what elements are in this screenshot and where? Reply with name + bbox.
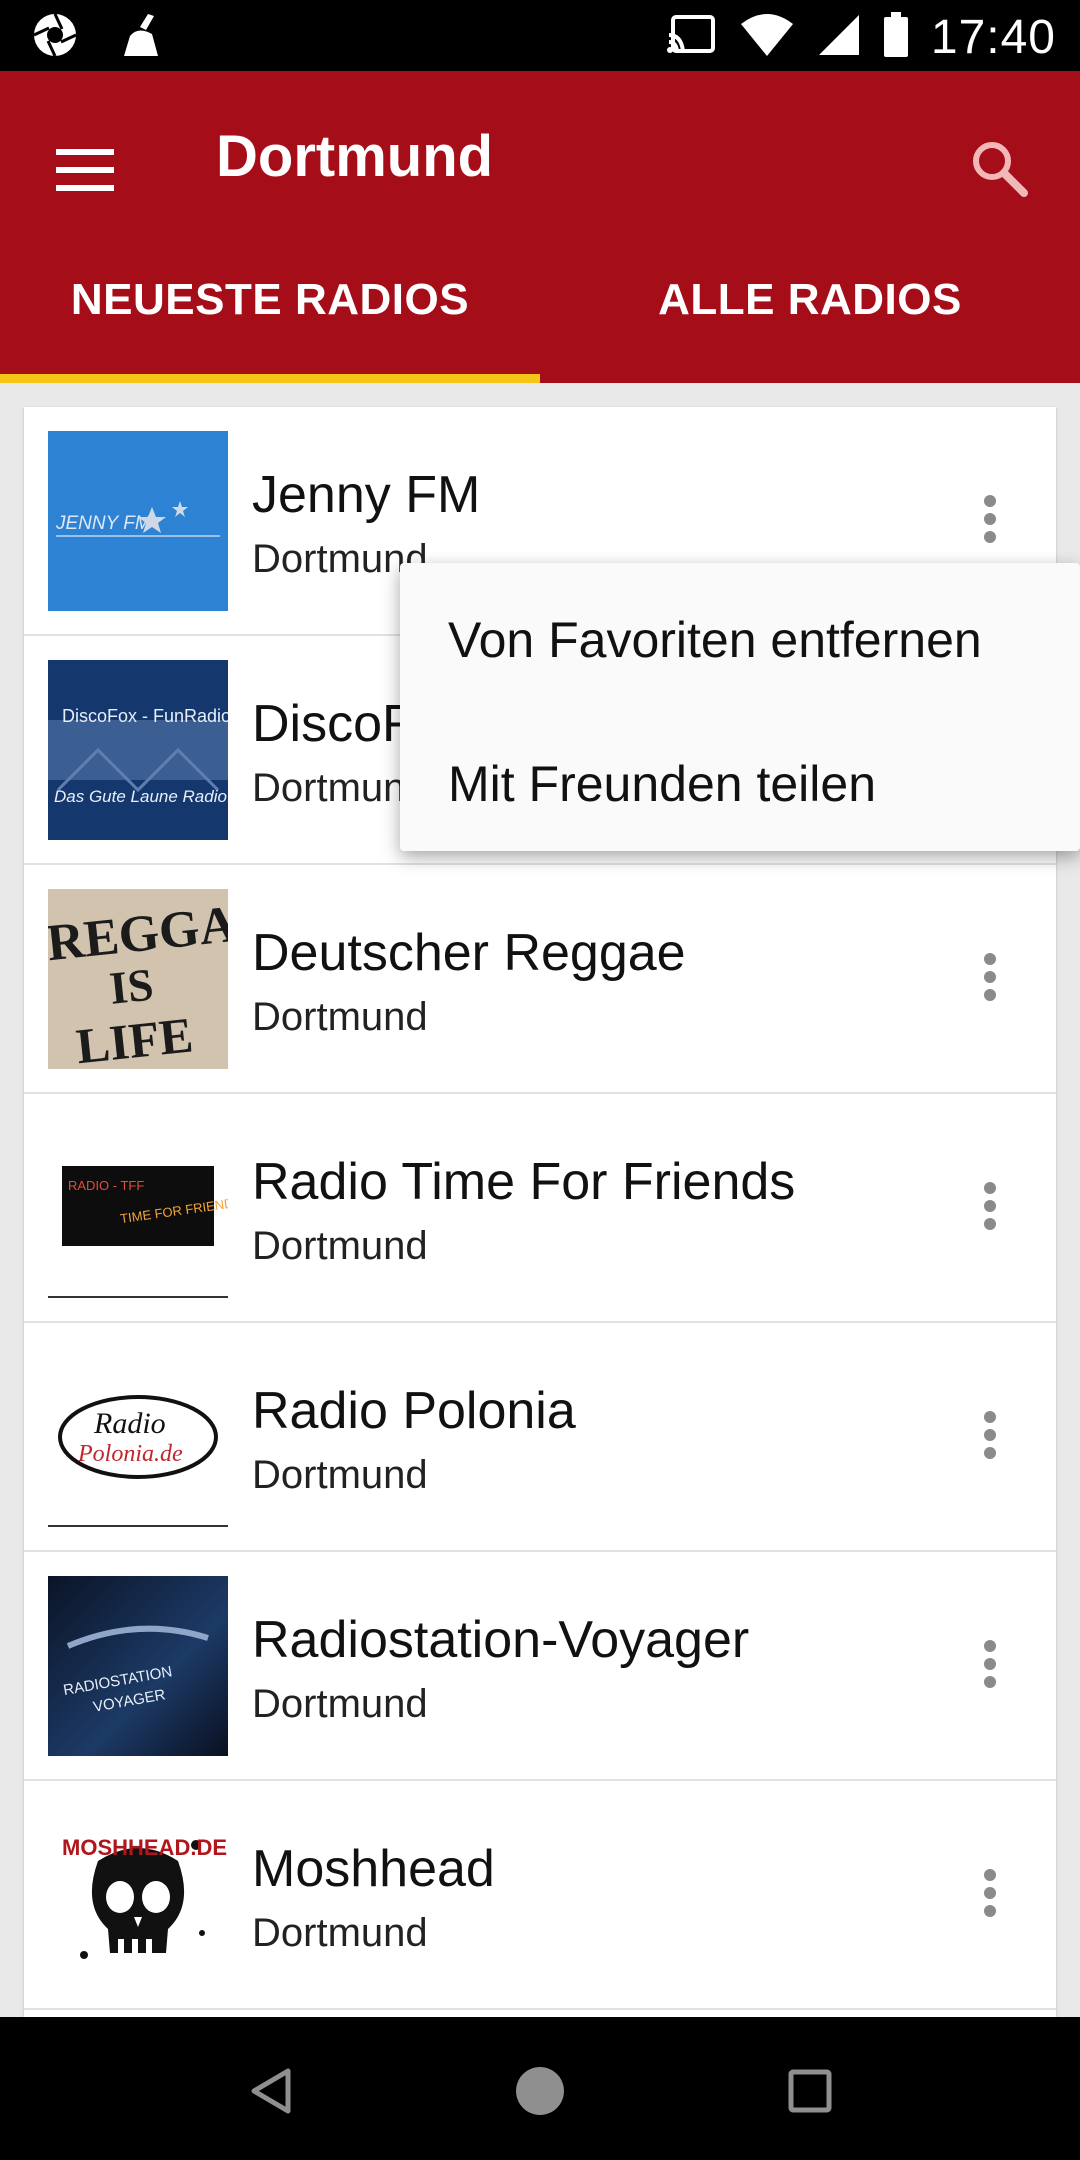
more-options-button[interactable] [960, 1407, 1020, 1467]
discofox-logo-text: DiscoFox - FunRadio [62, 706, 228, 726]
menu-item-remove-favorite[interactable]: Von Favoriten entfernen [448, 611, 982, 669]
station-city: Dortmund [252, 1224, 428, 1268]
station-item-deutscher-reggae[interactable]: REGGAE IS LIFE Deutscher Reggae Dortmund [24, 865, 1056, 1094]
tff-logo-text: RADIO - TFF [68, 1178, 144, 1193]
tab-label: NEUESTE RADIOS [70, 275, 470, 324]
search-button[interactable] [954, 125, 1044, 215]
back-button[interactable] [230, 2053, 310, 2133]
more-options-button[interactable] [960, 1865, 1020, 1925]
tab-selected-indicator [0, 374, 540, 383]
more-options-button[interactable] [960, 1636, 1020, 1696]
screen: 17:40 Dortmund NEUESTE RADIOS ALLE RADIO… [0, 0, 1080, 2160]
time-for-friends-logo: RADIO - TFF TIME FOR FRIENDS [48, 1118, 228, 1298]
station-name: Deutscher Reggae [252, 924, 686, 982]
station-name: Radio Time For Friends [252, 1153, 796, 1211]
station-name: Radio Polonia [252, 1382, 576, 1440]
reggae-logo: REGGAE IS LIFE [48, 889, 228, 1069]
signal-icon [817, 13, 861, 62]
polonia-logo-text2: Polonia.de [77, 1441, 183, 1467]
reggae-logo-text3: LIFE [74, 1006, 196, 1069]
popup-menu: Von Favoriten entfernen Mit Freunden tei… [400, 563, 1080, 851]
status-time: 17:40 [930, 11, 1056, 64]
wifi-icon [739, 14, 795, 61]
discofox-logo: DiscoFox - FunRadio Das Gute Laune Radio [48, 660, 228, 840]
more-vert-icon [983, 952, 997, 1007]
tab-neueste-radios[interactable]: NEUESTE RADIOS [0, 235, 540, 383]
more-vert-icon [983, 1868, 997, 1923]
moshhead-logo-text: MOSHHEAD.DE [62, 1835, 227, 1860]
tab-label: ALLE RADIOS [658, 275, 962, 324]
polonia-logo: Radio Polonia.de [48, 1347, 228, 1527]
station-city: Dortmund [252, 1453, 428, 1497]
station-item-radio-polonia[interactable]: Radio Polonia.de Radio Polonia Dortmund [24, 1323, 1056, 1552]
hamburger-menu-icon [56, 148, 114, 196]
more-vert-icon [983, 1639, 997, 1694]
battery-icon [883, 12, 909, 63]
station-item-radiostation-voyager[interactable]: RADIOSTATION VOYAGER Radiostation-Voyage… [24, 1552, 1056, 1781]
search-icon [970, 139, 1028, 202]
station-name: Radiostation-Voyager [252, 1611, 750, 1669]
discofox-logo-text2: Das Gute Laune Radio [54, 787, 227, 806]
station-name: Jenny FM [252, 466, 481, 524]
recents-button[interactable] [770, 2053, 850, 2133]
menu-item-share-with-friends[interactable]: Mit Freunden teilen [448, 755, 876, 813]
more-options-button[interactable] [960, 1178, 1020, 1238]
cleaner-broom-icon [118, 12, 166, 63]
station-city: Dortmund [252, 1682, 428, 1726]
app-bar: Dortmund NEUESTE RADIOS ALLE RADIOS [0, 71, 1080, 383]
tab-alle-radios[interactable]: ALLE RADIOS [540, 235, 1080, 383]
navigation-bar [0, 2017, 1080, 2160]
jenny-fm-logo-text: JENNY FM [55, 513, 151, 534]
moshhead-skull-logo: MOSHHEAD.DE [48, 1805, 228, 1985]
polonia-logo-text: Radio [93, 1407, 166, 1440]
voyager-logo: RADIOSTATION VOYAGER [48, 1576, 228, 1756]
jenny-fm-logo: JENNY FM [48, 431, 228, 611]
status-right: 17:40 [666, 10, 1056, 65]
more-vert-icon [983, 1181, 997, 1236]
more-options-button[interactable] [960, 949, 1020, 1009]
reggae-logo-text2: IS [107, 959, 156, 1014]
recents-square-icon [788, 2069, 832, 2118]
station-item-radio-time-for-friends[interactable]: RADIO - TFF TIME FOR FRIENDS Radio Time … [24, 1094, 1056, 1323]
home-circle-icon [515, 2066, 565, 2121]
menu-button[interactable] [40, 127, 130, 217]
station-item-moshhead[interactable]: MOSHHEAD.DE Moshhead Dortmund [24, 1781, 1056, 2010]
more-vert-icon [983, 1410, 997, 1465]
station-city: Dortmund [252, 1911, 428, 1955]
home-button[interactable] [500, 2053, 580, 2133]
more-vert-icon [983, 494, 997, 549]
page-title: Dortmund [216, 124, 494, 189]
more-options-button[interactable] [960, 491, 1020, 551]
station-name: Moshhead [252, 1840, 495, 1898]
cast-icon [666, 15, 717, 60]
tab-bar: NEUESTE RADIOS ALLE RADIOS [0, 235, 1080, 383]
back-triangle-icon [248, 2067, 292, 2120]
status-bar: 17:40 [0, 0, 1080, 71]
aperture-icon [32, 12, 78, 63]
status-left [32, 12, 166, 63]
station-city: Dortmund [252, 995, 428, 1039]
